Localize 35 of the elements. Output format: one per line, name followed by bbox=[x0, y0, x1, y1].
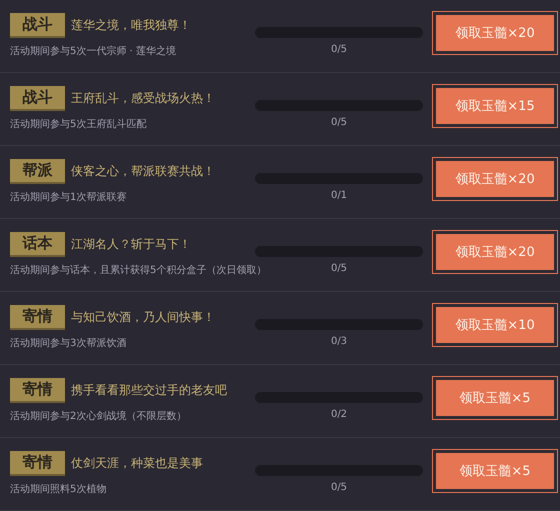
task-title: 莲华之境，唯我独尊！ bbox=[71, 17, 191, 34]
claim-button[interactable]: 领取玉髓×20 bbox=[434, 232, 556, 272]
claim-button[interactable]: 领取玉髓×10 bbox=[434, 305, 556, 345]
task-description: 活动期间参与3次帮派饮酒 bbox=[10, 336, 126, 350]
claim-button[interactable]: 领取玉髓×20 bbox=[434, 159, 556, 199]
progress-count: 0/1 bbox=[330, 190, 348, 201]
progress-count: 0/5 bbox=[330, 263, 348, 274]
claim-button[interactable]: 领取玉髓×15 bbox=[434, 86, 556, 126]
progress-count: 0/5 bbox=[330, 44, 348, 55]
task-description: 活动期间参与5次王府乱斗匹配 bbox=[10, 118, 146, 131]
category-tag: 寄情 bbox=[10, 378, 65, 403]
progress-count: 0/5 bbox=[330, 482, 348, 493]
claim-button[interactable]: 领取玉髓×20 bbox=[434, 13, 556, 53]
progress-count: 0/2 bbox=[330, 409, 348, 420]
task-description: 活动期间参与2次心剑战境（不限层数） bbox=[10, 410, 186, 423]
claim-button[interactable]: 领取玉髓×5 bbox=[434, 451, 556, 491]
task-description: 活动期间参与5次一代宗师 · 莲华之境 bbox=[10, 44, 176, 58]
task-title: 携手看看那些交过手的老友吧 bbox=[71, 382, 227, 399]
task-description: 活动期间照料5次植物 bbox=[10, 482, 106, 496]
task-description: 活动期间参与1次帮派联赛 bbox=[10, 190, 126, 204]
category-tag: 帮派 bbox=[10, 159, 65, 184]
task-title: 江湖名人？斩于马下！ bbox=[71, 236, 191, 253]
task-description: 活动期间参与话本，且累计获得5个积分盒子（次日领取） bbox=[10, 264, 266, 277]
category-tag: 寄情 bbox=[10, 451, 65, 476]
progress-count: 0/3 bbox=[330, 336, 348, 347]
category-tag: 寄情 bbox=[10, 305, 65, 330]
task-title: 仗剑天涯，种菜也是美事 bbox=[71, 455, 203, 472]
task-title: 与知己饮酒，乃人间快事！ bbox=[71, 309, 215, 326]
category-tag: 战斗 bbox=[10, 13, 65, 38]
category-tag: 战斗 bbox=[10, 86, 65, 111]
claim-button[interactable]: 领取玉髓×5 bbox=[434, 378, 556, 418]
task-title: 侠客之心，帮派联赛共战！ bbox=[71, 163, 215, 180]
progress-count: 0/5 bbox=[330, 117, 348, 128]
task-title: 王府乱斗，感受战场火热！ bbox=[71, 90, 215, 107]
category-tag: 话本 bbox=[10, 232, 65, 257]
